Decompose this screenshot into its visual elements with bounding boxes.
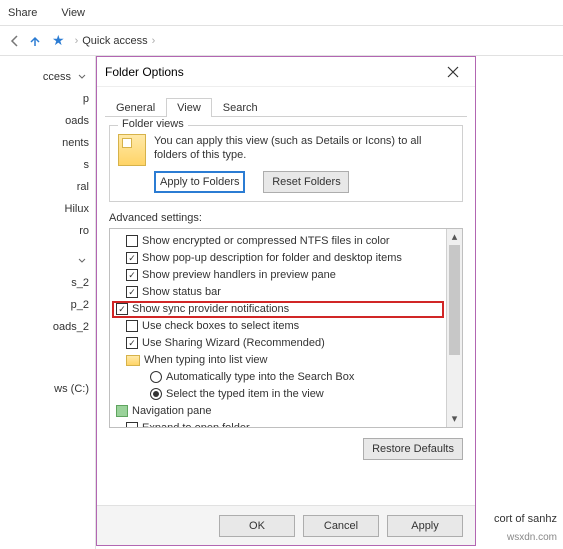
folder-views-legend: Folder views [118, 118, 188, 130]
breadcrumb-sep-icon: › [152, 35, 156, 47]
checkbox-icon[interactable]: ✓ [126, 286, 138, 298]
tree-item[interactable]: ccess [0, 66, 95, 88]
tree-item[interactable]: p [0, 88, 95, 110]
tree-item[interactable]: ro [0, 220, 95, 242]
adv-option[interactable]: ✓Show preview handlers in preview pane [112, 267, 444, 284]
scroll-down-icon[interactable]: ▾ [447, 411, 462, 427]
tab-general[interactable]: General [105, 98, 166, 117]
tree-item[interactable]: ral [0, 176, 95, 198]
restore-defaults-button[interactable]: Restore Defaults [363, 438, 463, 460]
address-bar: ★ › Quick access › [0, 26, 563, 56]
adv-radio-option[interactable]: Automatically type into the Search Box [112, 369, 444, 386]
tree-item[interactable]: oads_2 [0, 316, 95, 338]
dialog-title: Folder Options [105, 65, 439, 79]
folder-views-group: Folder views You can apply this view (su… [109, 125, 463, 202]
tree-item[interactable]: oads [0, 110, 95, 132]
checkbox-icon[interactable]: ✓ [126, 269, 138, 281]
dialog-button-row: OK Cancel Apply [97, 505, 475, 545]
breadcrumb-quick-access[interactable]: Quick access [82, 35, 147, 47]
tree-item[interactable] [0, 250, 95, 272]
checkbox-icon[interactable]: ✓ [126, 337, 138, 349]
chevron-down-icon[interactable] [75, 70, 89, 84]
menu-view[interactable]: View [61, 7, 85, 19]
tree-item[interactable]: nents [0, 132, 95, 154]
chevron-down-icon[interactable] [75, 254, 89, 268]
nav-up-icon[interactable] [26, 32, 44, 50]
watermark: wsxdn.com [507, 532, 557, 543]
corner-text: cort of sanhz [494, 513, 557, 525]
checkbox-icon[interactable] [126, 235, 138, 247]
navigation-pane-icon [116, 405, 128, 417]
tab-view[interactable]: View [166, 98, 212, 117]
breadcrumb-sep-icon: › [75, 35, 79, 47]
menu-share[interactable]: Share [8, 7, 37, 19]
tree-item[interactable]: Hilux [0, 198, 95, 220]
checkbox-icon[interactable] [126, 320, 138, 332]
advanced-settings-list: Show encrypted or compressed NTFS files … [109, 228, 463, 428]
apply-to-folders-button[interactable]: Apply to Folders [154, 171, 245, 193]
tree-item[interactable]: p_2 [0, 294, 95, 316]
tree-item[interactable]: s [0, 154, 95, 176]
scroll-thumb[interactable] [449, 245, 460, 355]
adv-option[interactable]: Show encrypted or compressed NTFS files … [112, 233, 444, 250]
adv-group[interactable]: Navigation pane [112, 403, 444, 420]
radio-icon[interactable] [150, 371, 162, 383]
close-button[interactable] [439, 61, 467, 83]
adv-radio-option[interactable]: Select the typed item in the view [112, 386, 444, 403]
adv-group[interactable]: When typing into list view [112, 352, 444, 369]
checkbox-icon[interactable]: ✓ [116, 303, 128, 315]
scrollbar[interactable]: ▴ ▾ [446, 229, 462, 427]
adv-option[interactable]: Expand to open folder [112, 420, 444, 427]
tree-item[interactable]: ws (C:) [0, 378, 95, 400]
checkbox-icon[interactable]: ✓ [126, 252, 138, 264]
adv-option[interactable]: ✓Show status bar [112, 284, 444, 301]
cancel-button[interactable]: Cancel [303, 515, 379, 537]
adv-option-highlighted[interactable]: ✓Show sync provider notifications [112, 301, 444, 318]
checkbox-icon[interactable] [126, 422, 138, 427]
scroll-up-icon[interactable]: ▴ [447, 229, 462, 245]
window-menu-bar: Share View [0, 0, 563, 26]
adv-option[interactable]: Use check boxes to select items [112, 318, 444, 335]
folder-views-icon [118, 134, 146, 166]
folder-views-text: You can apply this view (such as Details… [154, 134, 454, 163]
dialog-tabs: General View Search [105, 93, 467, 117]
radio-icon[interactable] [150, 388, 162, 400]
quick-access-star-icon: ★ [52, 32, 65, 49]
tree-item[interactable]: s_2 [0, 272, 95, 294]
nav-back-icon[interactable] [6, 32, 24, 50]
apply-button[interactable]: Apply [387, 515, 463, 537]
adv-option[interactable]: ✓Use Sharing Wizard (Recommended) [112, 335, 444, 352]
dialog-titlebar: Folder Options [97, 57, 475, 87]
nav-tree: ccess p oads nents s ral Hilux ro s_2 p_… [0, 56, 96, 549]
tab-search[interactable]: Search [212, 98, 269, 117]
folder-icon [126, 355, 140, 366]
reset-folders-button[interactable]: Reset Folders [263, 171, 349, 193]
scroll-track[interactable] [447, 245, 462, 411]
folder-options-dialog: Folder Options General View Search Folde… [96, 56, 476, 546]
ok-button[interactable]: OK [219, 515, 295, 537]
adv-option[interactable]: ✓Show pop-up description for folder and … [112, 250, 444, 267]
advanced-settings-label: Advanced settings: [109, 212, 463, 224]
